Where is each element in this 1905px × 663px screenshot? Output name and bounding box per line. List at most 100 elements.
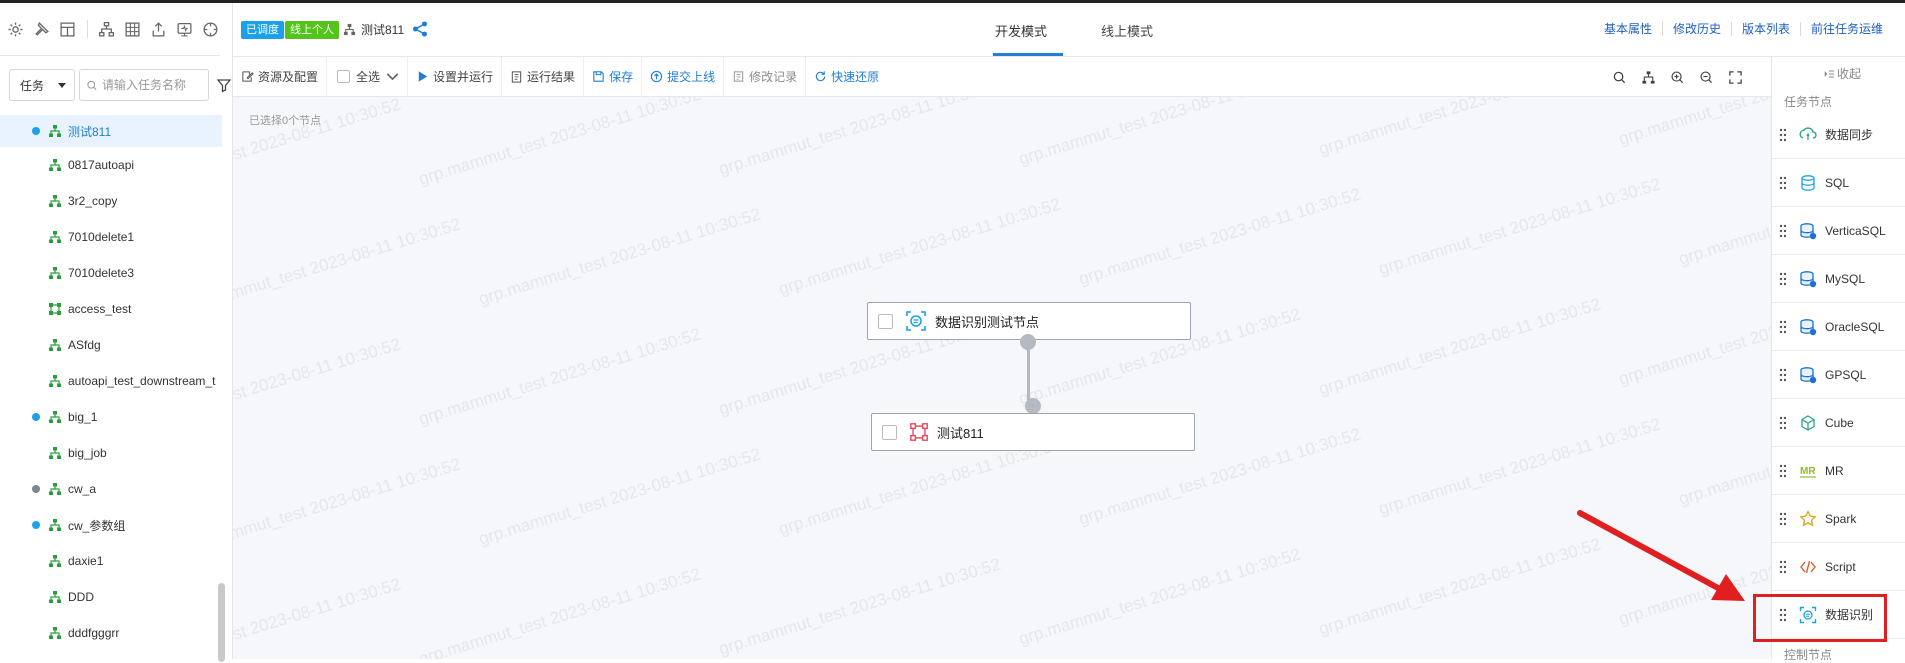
edit-log-button[interactable]: 修改记录 — [724, 56, 807, 97]
watermark-text: grp.mammut_test 2023-08-11 10:30:52 — [1376, 174, 1663, 279]
drag-handle-icon[interactable] — [1779, 368, 1787, 382]
tree-item[interactable]: daxie1 — [0, 543, 222, 579]
drag-handle-icon[interactable] — [1779, 512, 1787, 526]
tree-item[interactable]: cw_a — [0, 471, 222, 507]
oracle-icon — [1799, 318, 1817, 336]
tree-item[interactable]: big_job — [0, 435, 222, 471]
link-go-ops[interactable]: 前往任务运维 — [1799, 22, 1893, 36]
pin-icon[interactable] — [32, 17, 51, 41]
search-icon — [87, 80, 97, 90]
watermark-text: grp.mammut_test 2023-08-11 10:30:52 — [1616, 525, 1771, 629]
tree-item[interactable]: DDD — [0, 579, 222, 615]
input-port[interactable] — [1025, 398, 1041, 414]
tree-item-label: big_job — [68, 446, 107, 460]
submit-online-button[interactable]: 提交上线 — [642, 56, 725, 97]
tree-item[interactable]: 7010delete1 — [0, 219, 222, 255]
watermark-text: grp.mammut_test 2023-08-11 10:30:52 — [1016, 544, 1303, 649]
monitor-icon[interactable] — [175, 17, 194, 41]
flow-icon — [49, 411, 61, 423]
drag-handle-icon[interactable] — [1779, 464, 1787, 478]
watermark-text: grp.mammut_test 2023-08-11 10:30:52 — [1616, 97, 1771, 149]
palette-item[interactable]: MySQL — [1772, 255, 1905, 303]
select-all-dropdown[interactable]: 全选 — [327, 56, 409, 97]
watermark-text: grp.mammut_test 2023-08-11 10:30:52 — [233, 214, 463, 319]
tab-dev-mode[interactable]: 开发模式 — [995, 21, 1047, 40]
sql-icon — [1799, 174, 1817, 192]
subflow-icon — [910, 423, 928, 441]
sidebar-scrollbar[interactable] — [218, 583, 225, 662]
save-button[interactable]: 保存 — [584, 56, 643, 97]
canvas-controls — [1612, 57, 1743, 97]
dag-canvas[interactable]: grp.mammut_test 2023-08-11 10:30:52 grp.m… — [233, 97, 1771, 659]
tree-icon[interactable] — [98, 17, 117, 41]
watermark-text: grp.mammut_test 2023-08-11 10:30:52 — [1676, 165, 1771, 269]
select-all-checkbox[interactable] — [337, 70, 351, 83]
tab-online-mode[interactable]: 线上模式 — [1101, 21, 1153, 40]
auto-layout-icon[interactable] — [1641, 70, 1656, 85]
link-version-list[interactable]: 版本列表 — [1730, 22, 1800, 36]
dag-edge[interactable] — [1027, 342, 1030, 400]
watermark-text: grp.mammut_test 2023-08-11 10:30:52 — [1016, 97, 1303, 169]
svg-text:MR: MR — [1800, 466, 1816, 477]
tree-item[interactable]: autoapi_test_downstream_t — [0, 363, 222, 399]
palette-item[interactable]: MR MR — [1772, 447, 1905, 495]
clipboard-icon — [511, 71, 522, 83]
tree-item[interactable]: 7010delete3 — [0, 255, 222, 291]
node-checkbox[interactable] — [882, 424, 897, 440]
palette-item[interactable]: Script — [1772, 543, 1905, 591]
export-icon[interactable] — [149, 17, 168, 41]
tree-item[interactable]: cw_参数组 — [0, 507, 222, 543]
tree-item[interactable]: ASfdg — [0, 327, 222, 363]
filter-icon[interactable] — [216, 77, 232, 93]
layout-icon[interactable] — [58, 17, 77, 41]
status-dot — [32, 413, 40, 421]
palette-item[interactable]: SQL — [1772, 159, 1905, 207]
palette-item[interactable]: GPSQL — [1772, 351, 1905, 399]
tree-item[interactable]: big_1 — [0, 399, 222, 435]
settings-icon[interactable] — [6, 17, 25, 41]
palette-item[interactable]: 数据同步 — [1772, 111, 1905, 159]
collapse-button[interactable]: 收起 — [1823, 65, 1861, 82]
tree-item[interactable]: 测试811 — [0, 115, 222, 147]
zoom-in-icon[interactable] — [1670, 70, 1685, 85]
dag-node-test811[interactable]: 测试811 — [871, 413, 1195, 451]
drag-handle-icon[interactable] — [1779, 272, 1787, 286]
palette-item[interactable]: VerticaSQL — [1772, 207, 1905, 255]
fullscreen-icon[interactable] — [1728, 70, 1743, 85]
link-basic-properties[interactable]: 基本属性 — [1594, 22, 1662, 36]
resources-config-button[interactable]: 资源及配置 — [233, 56, 328, 97]
watermark-text: grp.mammut_test 2023-08-11 10:30:52 — [416, 324, 703, 429]
palette-item[interactable]: Cube — [1772, 399, 1905, 447]
drag-handle-icon[interactable] — [1779, 560, 1787, 574]
quick-restore-button[interactable]: 快速还原 — [806, 57, 887, 97]
watermark-text: grp.mammut_test 2023-08-11 10:30:52 — [1316, 97, 1603, 159]
status-badge-online: 线上个人 — [285, 21, 339, 39]
link-edit-history[interactable]: 修改历史 — [1661, 22, 1731, 36]
run-result-button[interactable]: 运行结果 — [502, 56, 585, 97]
task-search-box[interactable] — [79, 69, 209, 101]
palette-item[interactable]: OracleSQL — [1772, 303, 1905, 351]
submit-online-label: 提交上线 — [667, 70, 716, 84]
type-select[interactable]: 任务 — [9, 69, 75, 101]
table-icon[interactable] — [123, 17, 142, 41]
search-icon[interactable] — [1612, 70, 1627, 85]
node-checkbox[interactable] — [878, 313, 893, 329]
drag-handle-icon[interactable] — [1779, 224, 1787, 238]
drag-handle-icon[interactable] — [1779, 176, 1787, 190]
task-tree: 测试811 0817autoapi 3r2_copy 7010delete1 7010d… — [0, 115, 222, 651]
selected-count: 已选择0个节点 — [249, 115, 322, 127]
set-and-run-button[interactable]: 设置并运行 — [408, 56, 503, 97]
tree-item[interactable]: 0817autoapi — [0, 147, 222, 183]
drag-handle-icon[interactable] — [1779, 320, 1787, 334]
share-icon[interactable] — [411, 20, 429, 38]
zoom-out-icon[interactable] — [1699, 70, 1714, 85]
palette-item[interactable]: Spark — [1772, 495, 1905, 543]
flow-icon — [49, 555, 61, 567]
drag-handle-icon[interactable] — [1779, 128, 1787, 142]
drag-handle-icon[interactable] — [1779, 416, 1787, 430]
compass-icon[interactable] — [201, 17, 220, 41]
tree-item[interactable]: access_test — [0, 291, 222, 327]
tree-item[interactable]: dddfgggrr — [0, 615, 222, 651]
tree-item[interactable]: 3r2_copy — [0, 183, 222, 219]
task-search-input[interactable] — [102, 78, 202, 92]
